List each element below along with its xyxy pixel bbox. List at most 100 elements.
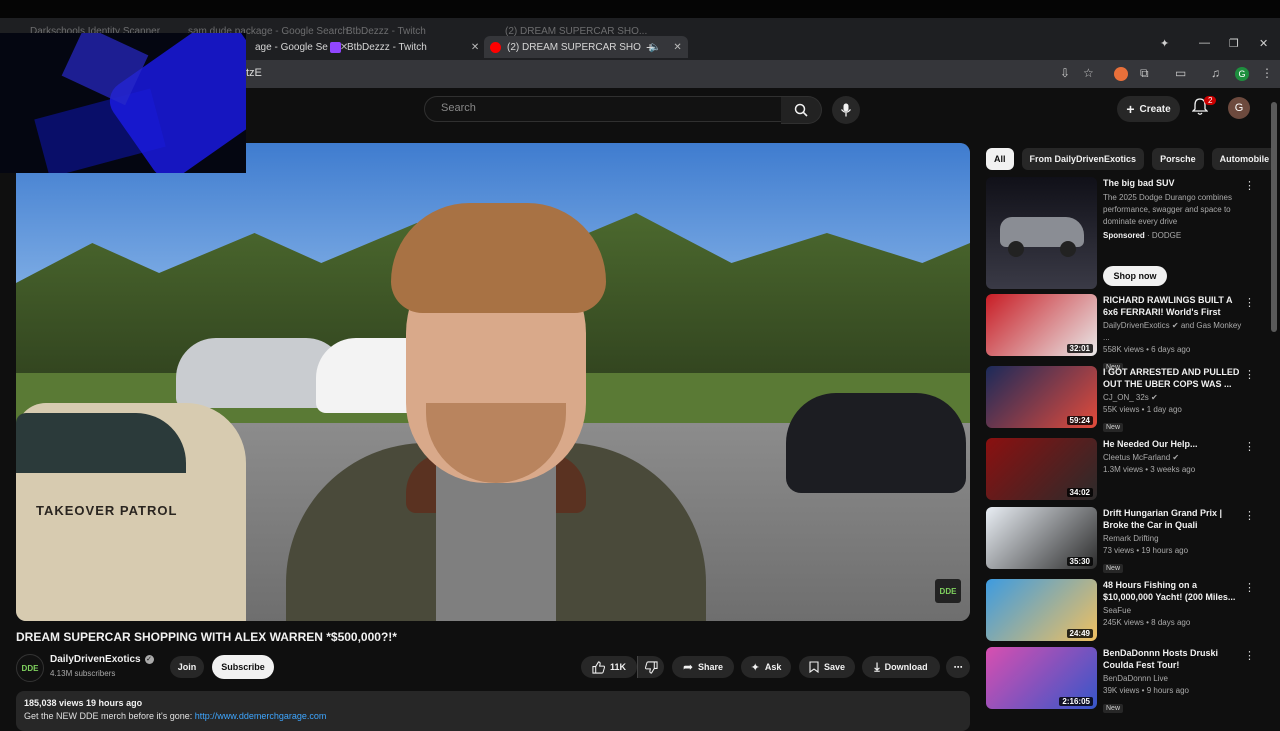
- more-options-icon[interactable]: ⋮: [1244, 296, 1255, 309]
- video-duration: 24:49: [1066, 629, 1093, 638]
- notifications-button[interactable]: 2: [1191, 96, 1217, 118]
- recommended-video[interactable]: 2:16:05 BenDaDonnn Hosts Druski Coulda Fe…: [986, 647, 1266, 713]
- join-button[interactable]: Join: [170, 656, 204, 678]
- more-options-icon[interactable]: ⋮: [1244, 649, 1255, 662]
- menu-kebab-icon[interactable]: ⋮: [1261, 66, 1273, 80]
- cast-icon[interactable]: ▭: [1175, 66, 1186, 80]
- video-info: BenDaDonnn Hosts Druski Coulda Fest Tour…: [1103, 647, 1243, 715]
- video-player[interactable]: TAKEOVER PATROL DDE: [16, 143, 970, 621]
- close-window-icon[interactable]: ✕: [1259, 37, 1268, 50]
- profile-avatar[interactable]: G: [1235, 67, 1249, 81]
- new-badge: New: [1103, 704, 1124, 713]
- extension-icon[interactable]: [1114, 67, 1128, 81]
- video-channel[interactable]: Cleetus McFarland ✔: [1103, 452, 1243, 464]
- like-button[interactable]: 11K: [581, 656, 637, 678]
- search-button[interactable]: [781, 96, 822, 124]
- chip-porsche[interactable]: Porsche: [1152, 148, 1204, 170]
- subscribe-button[interactable]: Subscribe: [212, 655, 274, 679]
- more-options-icon[interactable]: ⋮: [1244, 509, 1255, 522]
- sponsored-ad[interactable]: The big bad SUV The 2025 Dodge Durango c…: [986, 177, 1266, 292]
- create-label: Create: [1139, 103, 1171, 115]
- dislike-button[interactable]: [637, 656, 664, 678]
- view-count-date: 185,038 views 19 hours ago: [24, 698, 143, 708]
- shop-now-button[interactable]: Shop now: [1103, 266, 1167, 286]
- video-title-link[interactable]: 48 Hours Fishing on a $10,000,000 Yacht!…: [1103, 579, 1243, 603]
- download-label: Download: [884, 662, 928, 672]
- more-options-icon[interactable]: ⋮: [1244, 440, 1255, 453]
- media-controls-icon[interactable]: ♫: [1211, 66, 1220, 80]
- more-options-icon[interactable]: ⋮: [1244, 368, 1255, 381]
- share-icon: ➦: [682, 660, 694, 674]
- video-stats: 558K views • 6 days ago: [1103, 345, 1191, 354]
- video-thumbnail[interactable]: 32:01: [986, 294, 1097, 356]
- chip-all[interactable]: All: [986, 148, 1014, 170]
- video-title-link[interactable]: BenDaDonnn Hosts Druski Coulda Fest Tour…: [1103, 647, 1243, 671]
- more-options-icon[interactable]: ⋮: [1244, 179, 1255, 192]
- install-icon[interactable]: ⇩: [1060, 66, 1070, 80]
- save-button[interactable]: Save: [799, 656, 855, 678]
- ad-info: The big bad SUV The 2025 Dodge Durango c…: [1103, 177, 1243, 242]
- webcam-overlay: [0, 33, 246, 173]
- video-thumbnail[interactable]: 2:16:05: [986, 647, 1097, 709]
- ad-title[interactable]: The big bad SUV: [1103, 177, 1243, 189]
- channel-watermark[interactable]: DDE: [935, 579, 961, 603]
- video-duration: 32:01: [1066, 344, 1093, 353]
- channel-avatar[interactable]: DDE: [16, 654, 44, 682]
- thumbs-down-icon: [644, 660, 658, 674]
- browser-tab[interactable]: BtbDezzz - Twitch ✕: [330, 36, 479, 58]
- account-avatar[interactable]: G: [1228, 97, 1250, 119]
- puzzle-extensions-icon[interactable]: ⧉: [1140, 66, 1149, 81]
- close-icon[interactable]: ✕: [471, 42, 479, 53]
- video-thumbnail[interactable]: 59:24: [986, 366, 1097, 428]
- video-thumbnail[interactable]: 24:49: [986, 579, 1097, 641]
- video-channel[interactable]: CJ_ON_ 32s ✔: [1103, 392, 1243, 404]
- gemini-icon[interactable]: ✦: [1160, 37, 1169, 50]
- new-badge: New: [1103, 423, 1124, 432]
- voice-search-button[interactable]: [832, 96, 860, 124]
- channel-name[interactable]: DailyDrivenExotics ✓: [50, 654, 154, 665]
- scrollbar[interactable]: [1271, 102, 1277, 332]
- youtube-favicon-icon: [490, 41, 501, 53]
- ask-button[interactable]: ✦ Ask: [741, 656, 791, 678]
- search-input[interactable]: [439, 101, 763, 115]
- new-tab-button[interactable]: +: [646, 36, 654, 58]
- video-title-link[interactable]: Drift Hungarian Grand Prix | Broke the C…: [1103, 507, 1243, 531]
- create-button[interactable]: + Create: [1117, 96, 1180, 122]
- video-title-link[interactable]: He Needed Our Help...: [1103, 438, 1243, 450]
- bookmark-star-icon[interactable]: ☆: [1083, 66, 1094, 80]
- more-options-icon[interactable]: ⋮: [1244, 581, 1255, 594]
- video-channel[interactable]: DailyDrivenExotics ✔ and Gas Monkey ...: [1103, 320, 1243, 344]
- video-stats: 245K views • 8 days ago: [1103, 618, 1191, 627]
- minimize-icon[interactable]: —: [1199, 37, 1210, 49]
- video-channel[interactable]: BenDaDonnn Live: [1103, 673, 1243, 685]
- recommended-video[interactable]: 35:30 Drift Hungarian Grand Prix | Broke …: [986, 507, 1266, 573]
- microphone-icon: [840, 103, 852, 117]
- car-lettering: TAKEOVER PATROL: [36, 503, 178, 518]
- download-button[interactable]: ⤓ Download: [862, 656, 940, 678]
- browser-tab-active[interactable]: (2) DREAM SUPERCAR SHO 🔈 ✕: [484, 36, 688, 58]
- channel-name-text[interactable]: DailyDrivenExotics: [50, 654, 141, 665]
- video-title-link[interactable]: RICHARD RAWLINGS BUILT A 6x6 FERRARI! Wo…: [1103, 294, 1243, 318]
- more-actions-button[interactable]: ⋯: [946, 656, 970, 678]
- video-title: DREAM SUPERCAR SHOPPING WITH ALEX WARREN…: [16, 630, 397, 644]
- recommended-video[interactable]: 32:01 RICHARD RAWLINGS BUILT A 6x6 FERRAR…: [986, 294, 1266, 372]
- video-title-link[interactable]: I GOT ARRESTED AND PULLED OUT THE UBER C…: [1103, 366, 1243, 390]
- chip-automobile[interactable]: Automobile: [1211, 148, 1278, 170]
- ad-description: The 2025 Dodge Durango combines performa…: [1103, 193, 1232, 226]
- recommended-video[interactable]: 24:49 48 Hours Fishing on a $10,000,000 Y…: [986, 579, 1266, 645]
- video-channel[interactable]: Remark Drifting: [1103, 533, 1243, 545]
- search-box[interactable]: [424, 96, 783, 122]
- chip-from-channel[interactable]: From DailyDrivenExotics: [1021, 148, 1145, 170]
- video-thumbnail[interactable]: 35:30: [986, 507, 1097, 569]
- video-channel[interactable]: SeaFue: [1103, 605, 1243, 617]
- recommended-video[interactable]: 34:02 He Needed Our Help... Cleetus McFarl…: [986, 438, 1266, 504]
- ad-thumbnail[interactable]: [986, 177, 1097, 289]
- video-duration: 2:16:05: [1059, 697, 1093, 706]
- close-icon[interactable]: ✕: [673, 42, 681, 53]
- video-info: RICHARD RAWLINGS BUILT A 6x6 FERRARI! Wo…: [1103, 294, 1243, 374]
- share-button[interactable]: ➦ Share: [672, 656, 734, 678]
- recommended-video[interactable]: 59:24 I GOT ARRESTED AND PULLED OUT THE U…: [986, 366, 1266, 432]
- restore-icon[interactable]: ❐: [1229, 37, 1239, 50]
- video-thumbnail[interactable]: 34:02: [986, 438, 1097, 500]
- url-text[interactable]: tzE: [246, 67, 262, 79]
